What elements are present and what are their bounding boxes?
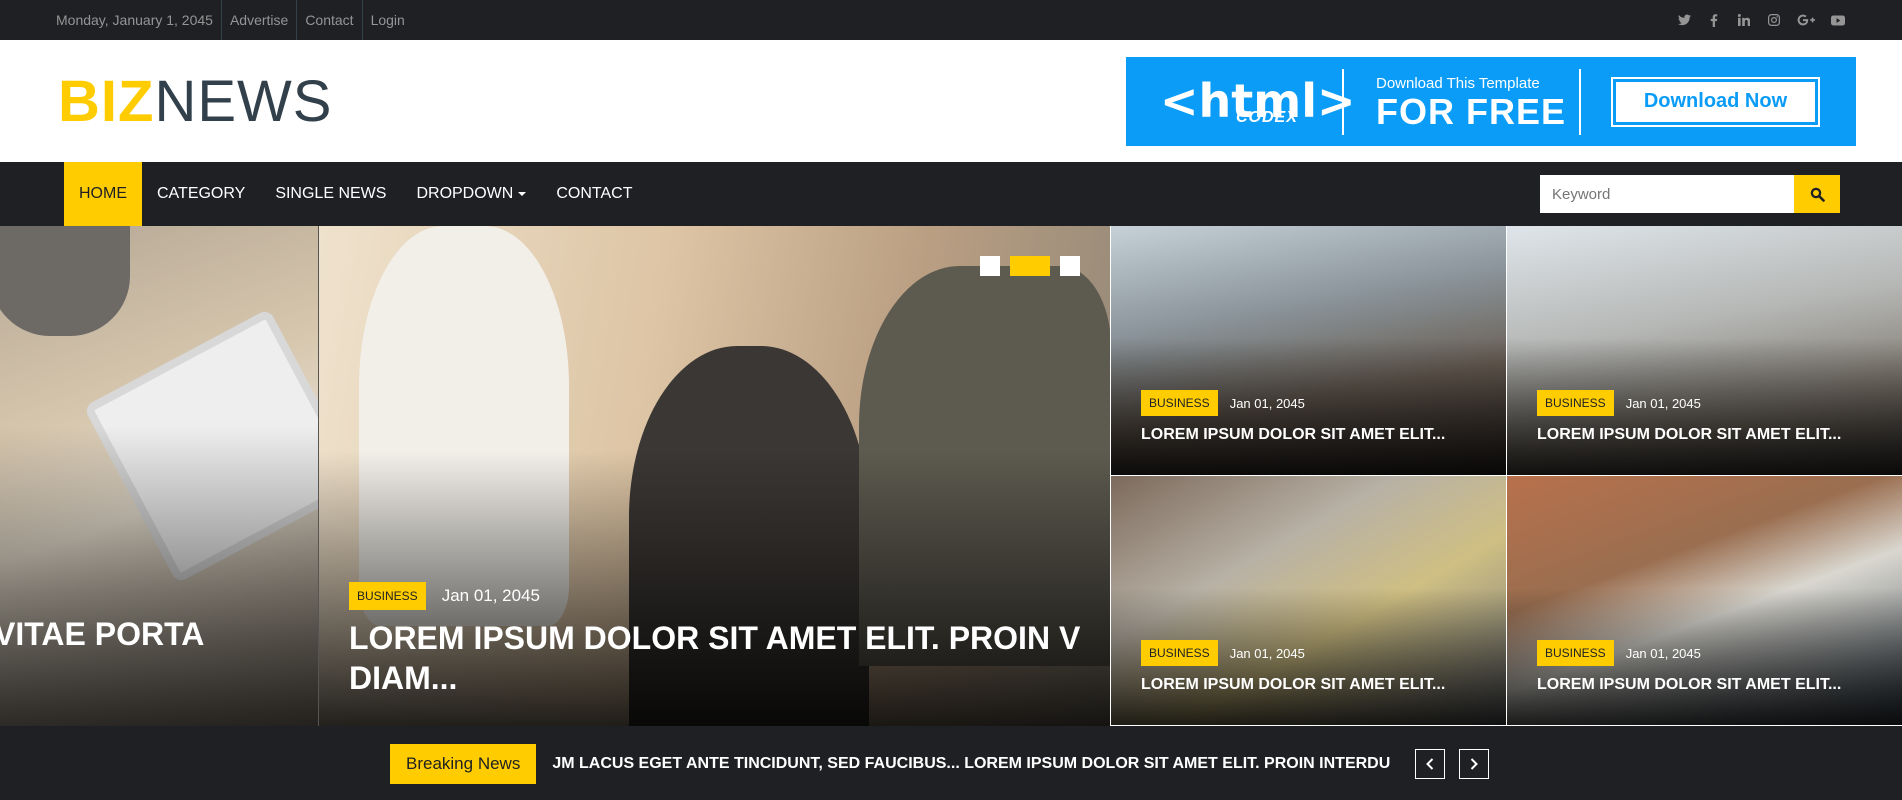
tile-meta: BUSINESS Jan 01, 2045 [1141,390,1305,416]
main-slider[interactable]: VITAE PORTA BUSINESS Jan 01, 2045 LOREM … [0,226,1110,726]
breaking-news-bar: Breaking News JM LACUS EGET ANTE TINCIDU… [0,726,1902,800]
tile-title[interactable]: LOREM IPSUM DOLOR SIT AMET ELIT... [1141,426,1445,444]
search-form [1540,175,1840,213]
category-badge[interactable]: BUSINESS [349,582,426,610]
site-header: BIZ NEWS <html> CODEX Download This Templ… [0,40,1902,162]
post-date[interactable]: Jan 01, 2045 [1626,396,1701,411]
nav-contact[interactable]: CONTACT [541,162,647,226]
chevron-left-icon[interactable] [1415,748,1446,779]
nav-menu: HOME CATEGORY SINGLE NEWS DROPDOWN CONTA… [64,162,647,226]
slide-title-line-2: DIAM... [349,660,458,696]
featured-tile[interactable]: BUSINESS Jan 01, 2045 LOREM IPSUM DOLOR … [1110,226,1506,476]
featured-grid: BUSINESS Jan 01, 2045 LOREM IPSUM DOLOR … [1110,226,1902,726]
slider-dot[interactable] [1060,256,1080,276]
logo-part-biz: BIZ [58,68,155,134]
tile-title[interactable]: LOREM IPSUM DOLOR SIT AMET ELIT... [1537,426,1841,444]
current-date: Monday, January 1, 2045 [56,12,213,28]
nav-dropdown[interactable]: DROPDOWN [401,162,541,226]
social-links [1676,12,1846,28]
search-input[interactable] [1540,175,1794,213]
ticker-controls [1415,748,1490,779]
instagram-icon[interactable] [1766,12,1782,28]
nav-category[interactable]: CATEGORY [142,162,260,226]
tile-title[interactable]: LOREM IPSUM DOLOR SIT AMET ELIT... [1537,676,1841,694]
featured-tile[interactable]: BUSINESS Jan 01, 2045 LOREM IPSUM DOLOR … [1506,226,1902,476]
featured-section: VITAE PORTA BUSINESS Jan 01, 2045 LOREM … [0,226,1902,726]
contact-link[interactable]: Contact [296,0,361,40]
logo-part-news: NEWS [154,68,333,134]
nav-single-news[interactable]: SINGLE NEWS [260,162,401,226]
search-button[interactable] [1794,175,1840,213]
login-link[interactable]: Login [361,0,413,40]
youtube-icon[interactable] [1830,12,1846,28]
slider-dot-active[interactable] [1010,256,1050,276]
featured-tile[interactable]: BUSINESS Jan 01, 2045 LOREM IPSUM DOLOR … [1506,476,1902,726]
slider-dot[interactable] [980,256,1000,276]
ad-divider [1342,68,1344,135]
slide-meta: BUSINESS Jan 01, 2045 [349,582,540,610]
google-plus-icon[interactable] [1796,12,1816,28]
top-bar: Monday, January 1, 2045 Advertise Contac… [0,0,1902,40]
post-date[interactable]: Jan 01, 2045 [1230,646,1305,661]
category-badge[interactable]: BUSINESS [1537,390,1614,416]
category-badge[interactable]: BUSINESS [1141,640,1218,666]
tile-meta: BUSINESS Jan 01, 2045 [1141,640,1305,666]
breaking-news-ticker[interactable]: JM LACUS EGET ANTE TINCIDUNT, SED FAUCIB… [536,755,1401,773]
tile-meta: BUSINESS Jan 01, 2045 [1537,640,1701,666]
category-badge[interactable]: BUSINESS [1537,640,1614,666]
main-nav: HOME CATEGORY SINGLE NEWS DROPDOWN CONTA… [0,162,1902,226]
top-bar-left: Monday, January 1, 2045 Advertise Contac… [56,0,413,40]
current-slide[interactable]: BUSINESS Jan 01, 2045 LOREM IPSUM DOLOR … [318,226,1110,726]
advertise-link[interactable]: Advertise [220,0,296,40]
category-badge[interactable]: BUSINESS [1141,390,1218,416]
ad-banner[interactable]: <html> CODEX Download This Template FOR … [1126,56,1856,146]
chevron-right-icon[interactable] [1459,748,1490,779]
post-date[interactable]: Jan 01, 2045 [1626,646,1701,661]
tile-title[interactable]: LOREM IPSUM DOLOR SIT AMET ELIT... [1141,676,1445,694]
download-now-button[interactable]: Download Now [1611,76,1820,127]
ad-divider-2 [1579,68,1581,135]
previous-slide-title[interactable]: VITAE PORTA [0,616,204,653]
slider-dots [980,256,1080,276]
twitter-icon[interactable] [1676,12,1692,28]
search-icon [1810,187,1825,202]
ad-line-1: Download This Template [1376,74,1540,92]
caret-down-icon [518,192,527,196]
tile-meta: BUSINESS Jan 01, 2045 [1537,390,1701,416]
facebook-icon[interactable] [1706,12,1722,28]
post-date[interactable]: Jan 01, 2045 [1230,396,1305,411]
linkedin-icon[interactable] [1736,12,1752,28]
nav-dropdown-label: DROPDOWN [416,185,514,202]
featured-tile[interactable]: BUSINESS Jan 01, 2045 LOREM IPSUM DOLOR … [1110,476,1506,726]
post-date[interactable]: Jan 01, 2045 [442,586,540,606]
site-logo[interactable]: BIZ NEWS [58,68,332,135]
slide-title[interactable]: LOREM IPSUM DOLOR SIT AMET ELIT. PROIN V… [349,618,1110,698]
ad-brand-sub: CODEX [1236,108,1298,126]
slide-title-line-1: LOREM IPSUM DOLOR SIT AMET ELIT. PROIN V [349,620,1081,656]
ad-line-2: FOR FREE [1376,90,1567,132]
previous-slide[interactable]: VITAE PORTA [0,226,363,726]
breaking-news-label: Breaking News [390,743,537,784]
nav-home[interactable]: HOME [64,162,142,226]
